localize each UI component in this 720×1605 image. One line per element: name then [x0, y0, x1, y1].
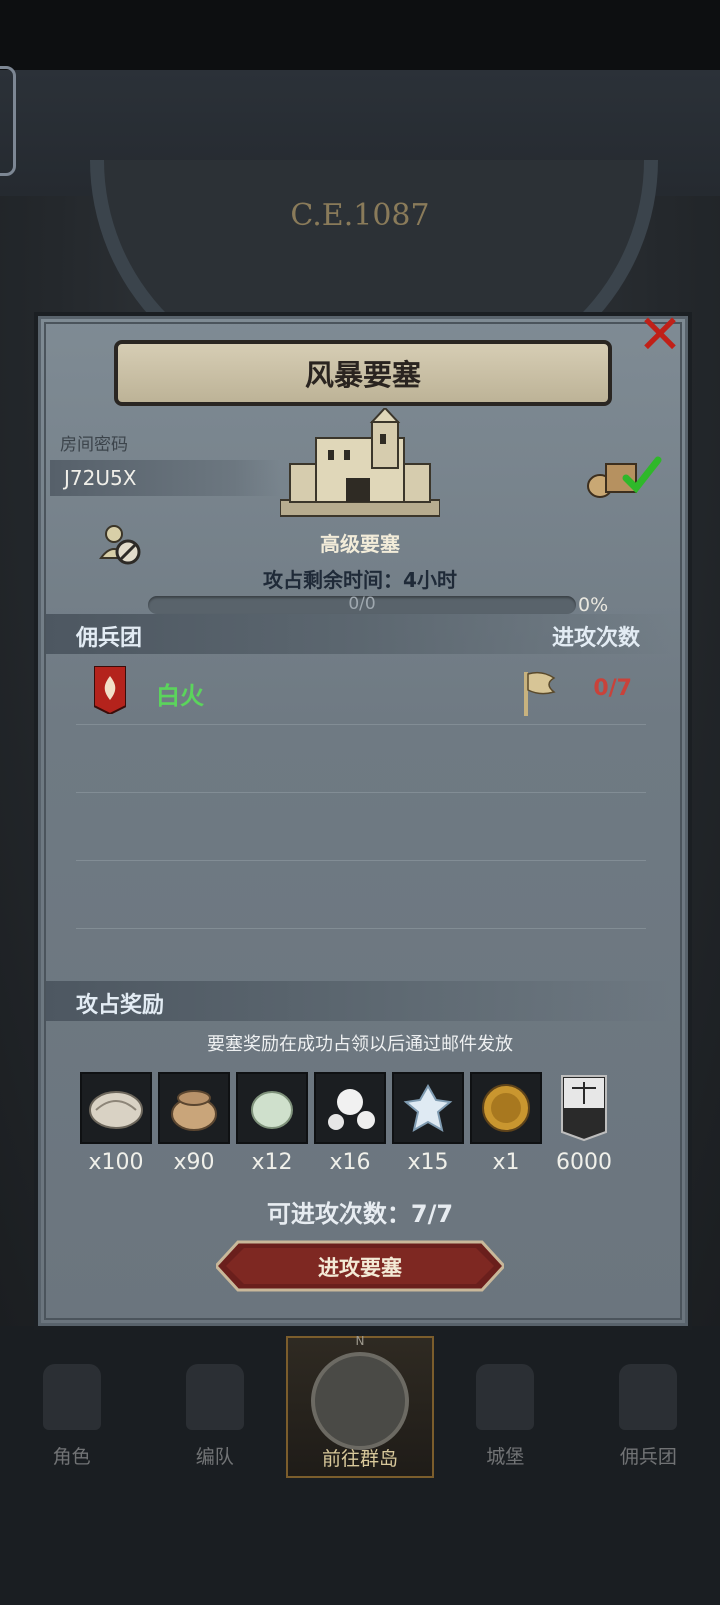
nav-item-castle[interactable]: 城堡: [434, 1346, 577, 1478]
status-bar-strip: [0, 0, 720, 70]
close-button[interactable]: ✕: [632, 307, 688, 363]
reward-qty: 6000: [556, 1150, 612, 1175]
close-icon: ✕: [637, 303, 683, 366]
title-plate: 风暴要塞: [114, 340, 612, 406]
oyster-icon: [80, 1072, 152, 1144]
side-tab[interactable]: [0, 66, 16, 176]
attacks-left-label: 可进攻次数：: [266, 1200, 411, 1228]
nav-label: 前往群岛: [322, 1448, 399, 1470]
dialog-title: 风暴要塞: [304, 358, 421, 392]
era-label: C.E.1087: [290, 198, 430, 233]
compass-icon: [311, 1352, 409, 1450]
sack-icon: [158, 1072, 230, 1144]
pale-stone-icon: [236, 1072, 308, 1144]
character-icon: [42, 1364, 101, 1430]
reward-list: x100 x90 x12 x16 x15 x1 6000: [80, 1072, 640, 1180]
row-divider: [76, 928, 646, 929]
compass-north-mark: N: [355, 1334, 365, 1348]
row-divider: [76, 860, 646, 861]
fire-banner-icon: [94, 666, 126, 714]
ice-crystal-icon: [392, 1072, 464, 1144]
reward-item[interactable]: x12: [236, 1072, 308, 1175]
attack-count: 0/7: [593, 676, 632, 701]
mercenary-name: 白火: [156, 682, 204, 710]
justice-banner-icon: [548, 1072, 620, 1144]
nav-label: 角色: [52, 1446, 91, 1468]
reward-item[interactable]: x90: [158, 1072, 230, 1175]
attack-count-header: 进攻次数: [551, 626, 640, 651]
attacks-remaining: 可进攻次数：7/7: [0, 1194, 720, 1229]
nav-item-character[interactable]: 角色: [0, 1346, 143, 1478]
reward-section-title: 攻占奖励: [76, 993, 165, 1018]
nav-label: 佣兵团: [619, 1446, 677, 1468]
room-code[interactable]: J72U5X: [50, 460, 280, 496]
reward-qty: x90: [173, 1150, 215, 1175]
mercenary-section-header: 佣兵团 进攻次数: [46, 614, 672, 654]
mercenary-icon: [619, 1364, 678, 1430]
reward-item[interactable]: x16: [314, 1072, 386, 1175]
progress-percent: 0%: [578, 594, 609, 616]
reward-qty: x12: [251, 1150, 293, 1175]
occupation-progress-bar: 0/0: [148, 594, 576, 614]
reward-item[interactable]: x1: [470, 1072, 542, 1175]
attack-button-label: 进攻要塞: [318, 1256, 402, 1280]
attacks-left-value: 7/7: [410, 1200, 454, 1228]
reward-note: 要塞奖励在成功占领以后通过邮件发放: [207, 1034, 513, 1055]
reward-item[interactable]: x15: [392, 1072, 464, 1175]
bottom-nav: 角色 编队 N 前往群岛 城堡 佣兵团: [0, 1334, 720, 1478]
mercenary-section-title: 佣兵团: [76, 626, 143, 651]
flag-icon: [524, 671, 556, 716]
room-code-label: 房间密码: [60, 435, 128, 455]
reward-qty: x1: [492, 1150, 520, 1175]
nav-label: 编队: [195, 1446, 234, 1468]
nav-item-mercenary[interactable]: 佣兵团: [577, 1346, 720, 1478]
reward-bag-check-icon[interactable]: [586, 454, 662, 498]
formation-icon: [185, 1364, 244, 1430]
nav-label: 城堡: [486, 1446, 525, 1468]
reward-qty: x100: [88, 1150, 144, 1175]
pearl-icon: [314, 1072, 386, 1144]
knight-medal-icon: [470, 1072, 542, 1144]
row-divider: [76, 724, 646, 725]
attack-fortress-button[interactable]: 进攻要塞: [216, 1240, 504, 1292]
nav-item-islands[interactable]: N 前往群岛: [286, 1334, 434, 1478]
reward-qty: x16: [329, 1150, 371, 1175]
progress-text: 0/0: [348, 594, 376, 614]
time-value: 4小时: [403, 568, 457, 592]
castle-icon: [476, 1364, 535, 1430]
reward-qty: x15: [407, 1150, 449, 1175]
row-divider: [76, 792, 646, 793]
time-remaining: 攻占剩余时间：4小时: [0, 564, 720, 593]
fortress-level: 高级要塞: [320, 532, 400, 556]
fortress-image: [280, 408, 440, 517]
nav-item-formation[interactable]: 编队: [143, 1346, 286, 1478]
reward-item[interactable]: 6000: [548, 1072, 620, 1175]
mercenary-row[interactable]: 白火 0/7: [76, 666, 646, 722]
reward-section-header: 攻占奖励: [46, 981, 672, 1021]
time-label: 攻占剩余时间：: [263, 568, 404, 592]
reward-item[interactable]: x100: [80, 1072, 152, 1175]
